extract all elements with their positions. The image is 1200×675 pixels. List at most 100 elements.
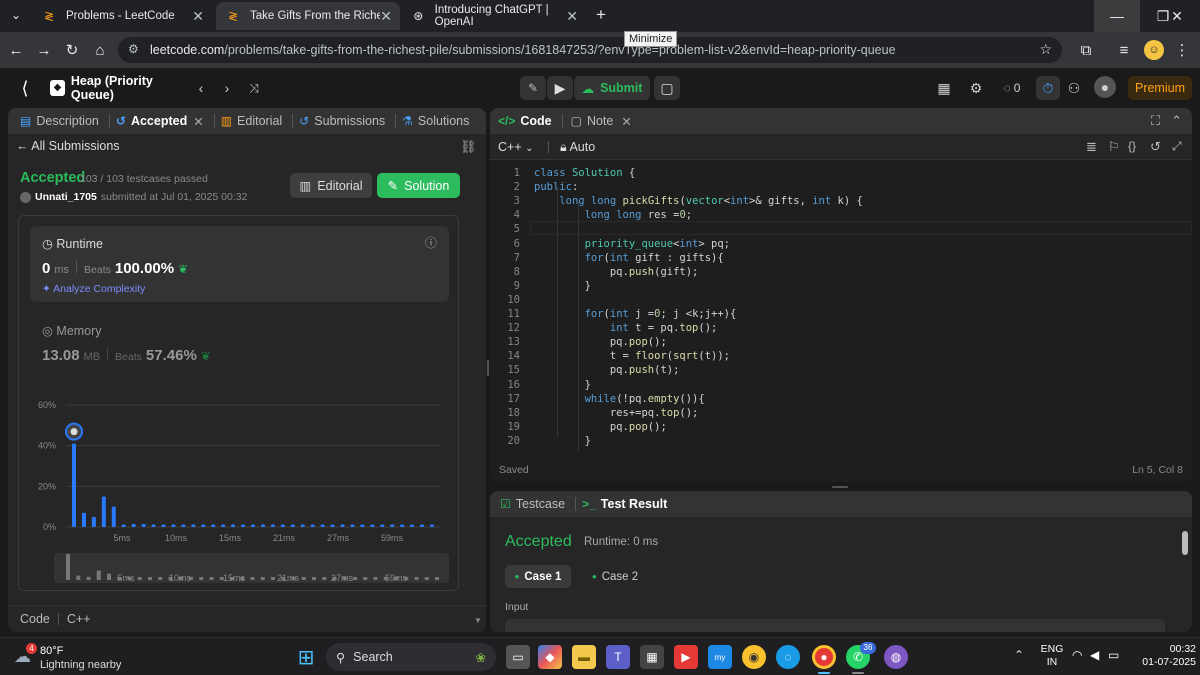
tab-accepted[interactable]: ↺ Accepted ✕: [116, 114, 204, 129]
notes-button[interactable]: ▢: [654, 76, 680, 100]
volume-icon[interactable]: ◀: [1090, 648, 1099, 662]
bar[interactable]: [330, 524, 335, 528]
tab-search-dropdown-icon[interactable]: ⌄: [8, 8, 24, 24]
username[interactable]: Unnati_1705: [35, 191, 97, 203]
tab-solutions[interactable]: ⚗ Solutions: [402, 114, 469, 128]
input-box[interactable]: [505, 619, 1165, 632]
mylp-app-icon[interactable]: my: [708, 645, 732, 669]
auto-mode[interactable]: 🔒︎ Auto: [560, 140, 595, 155]
bar[interactable]: [400, 524, 405, 528]
memory-title[interactable]: ◎ Memory: [42, 323, 102, 338]
code-line[interactable]: pq.push(gift);: [534, 266, 699, 278]
bar[interactable]: [260, 524, 265, 528]
horizontal-splitter[interactable]: [832, 486, 848, 488]
bar[interactable]: [420, 524, 425, 528]
footer-code-label[interactable]: Code: [20, 612, 50, 626]
code-line[interactable]: }: [534, 379, 591, 391]
case-2-button[interactable]: ● Case 2: [582, 565, 648, 588]
run-button[interactable]: ▶: [547, 76, 573, 100]
bar[interactable]: [390, 524, 395, 528]
bar[interactable]: [171, 524, 176, 528]
store-icon[interactable]: ▦: [640, 645, 664, 669]
windows-start-icon[interactable]: ⊞: [294, 645, 318, 669]
next-problem-icon[interactable]: ›: [219, 76, 235, 100]
media-icon[interactable]: ≡: [1114, 40, 1134, 60]
code-line[interactable]: int t = pq.top();: [534, 322, 717, 334]
copilot-icon[interactable]: ◆: [538, 645, 562, 669]
submit-button[interactable]: ☁ Submit: [574, 76, 650, 100]
bar[interactable]: [300, 524, 305, 528]
browser-tab-chatgpt[interactable]: ⊛ Introducing ChatGPT | OpenAI ✕: [402, 2, 586, 30]
close-icon[interactable]: ✕: [193, 114, 203, 129]
edge-icon[interactable]: ◌: [776, 645, 800, 669]
reset-icon[interactable]: ↺: [1150, 139, 1161, 155]
file-explorer-icon[interactable]: ▬: [572, 645, 596, 669]
streak-button[interactable]: ◌ 0: [998, 76, 1026, 100]
code-editor[interactable]: 1 class Solution {2 public: 3 long long pic…: [490, 164, 1192, 454]
add-collaborator-icon[interactable]: ⚇: [1064, 76, 1084, 100]
code-line[interactable]: pq.push(t);: [534, 364, 680, 376]
bar[interactable]: [211, 524, 216, 528]
teams-icon[interactable]: T: [606, 645, 630, 669]
bar[interactable]: [290, 524, 295, 528]
address-bar[interactable]: ⚙ leetcode.com/problems/take-gifts-from-…: [118, 37, 1062, 63]
battery-icon[interactable]: ▭: [1108, 648, 1119, 662]
close-icon[interactable]: ✕: [192, 8, 204, 25]
bar[interactable]: [350, 524, 355, 528]
tab-note[interactable]: ▢ Note ✕: [571, 114, 632, 129]
close-icon[interactable]: ✕: [566, 8, 578, 25]
bar[interactable]: [81, 512, 86, 527]
tab-test-result[interactable]: >_ Test Result: [582, 497, 667, 511]
all-submissions-link[interactable]: ← All Submissions: [16, 139, 120, 153]
tab-code[interactable]: </> Code: [498, 114, 552, 128]
fullscreen-icon[interactable]: ⤢: [1172, 139, 1182, 154]
case-1-button[interactable]: ● Case 1: [505, 565, 571, 588]
bar[interactable]: [121, 524, 126, 528]
youtube-icon[interactable]: ▶: [674, 645, 698, 669]
result-scrollbar[interactable]: [1182, 531, 1188, 555]
bar[interactable]: [151, 524, 156, 528]
code-line[interactable]: pq.pop();: [534, 421, 667, 433]
new-tab-button[interactable]: +: [592, 6, 610, 24]
language-selector[interactable]: C++ ⌄: [498, 140, 534, 154]
code-line[interactable]: long long pickGifts(vector<int>& gifts, …: [534, 195, 863, 207]
bar[interactable]: [360, 524, 365, 528]
code-line[interactable]: pq.pop();: [534, 336, 667, 348]
home-icon[interactable]: ⌂: [90, 40, 110, 60]
bar[interactable]: [141, 523, 146, 527]
close-icon[interactable]: ✕: [380, 8, 392, 25]
premium-button[interactable]: Premium: [1128, 76, 1192, 100]
bar[interactable]: [72, 443, 76, 527]
tray-overflow-icon[interactable]: ⌃: [1014, 648, 1024, 662]
bar[interactable]: [320, 524, 325, 528]
problem-list-button[interactable]: ◆ Heap (Priority Queue): [50, 74, 190, 102]
bar[interactable]: [340, 524, 345, 528]
range-slider[interactable]: 5ms 10ms 15ms 21ms 27ms 59ms: [54, 553, 449, 583]
settings-gear-icon[interactable]: ⚙: [966, 76, 986, 100]
reload-icon[interactable]: ↻: [62, 40, 82, 60]
collapse-icon[interactable]: ⌃: [1171, 113, 1182, 129]
code-line[interactable]: }: [534, 435, 591, 447]
bar[interactable]: [221, 524, 226, 528]
bar[interactable]: [181, 524, 186, 528]
code-line[interactable]: for(int gift : gifts){: [534, 252, 724, 264]
code-line[interactable]: class Solution {: [534, 167, 635, 179]
profile-avatar-icon[interactable]: ☺: [1144, 40, 1164, 60]
code-line[interactable]: for(int j =0; j <k;j++){: [534, 308, 737, 320]
analyze-complexity-link[interactable]: ✦ Analyze Complexity: [42, 283, 145, 295]
language-indicator[interactable]: ENG IN: [1040, 643, 1064, 669]
chrome-canary-icon[interactable]: ◉: [742, 645, 766, 669]
taskbar-search[interactable]: ⚲ Search ❀: [326, 643, 496, 671]
code-line[interactable]: while(!pq.empty()){: [534, 393, 705, 405]
runtime-card[interactable]: ◷ Runtime ⓘ 0 ms Beats 100.00% ❦ ✦ Analy…: [30, 226, 449, 302]
code-line[interactable]: }: [534, 280, 591, 292]
prev-problem-icon[interactable]: ‹: [193, 76, 209, 100]
share-link-icon[interactable]: ⛓: [460, 139, 477, 155]
bar[interactable]: [251, 524, 255, 528]
layout-icon[interactable]: ▦: [934, 76, 954, 100]
solution-button[interactable]: ✎ Solution: [377, 173, 460, 198]
code-line[interactable]: t = floor(sqrt(t));: [534, 350, 730, 362]
shuffle-icon[interactable]: ⤨: [245, 76, 263, 100]
clock[interactable]: 00:32 01-07-2025: [1130, 643, 1196, 669]
weather-widget[interactable]: ☁ 4 80°F Lightning nearby: [10, 642, 121, 672]
